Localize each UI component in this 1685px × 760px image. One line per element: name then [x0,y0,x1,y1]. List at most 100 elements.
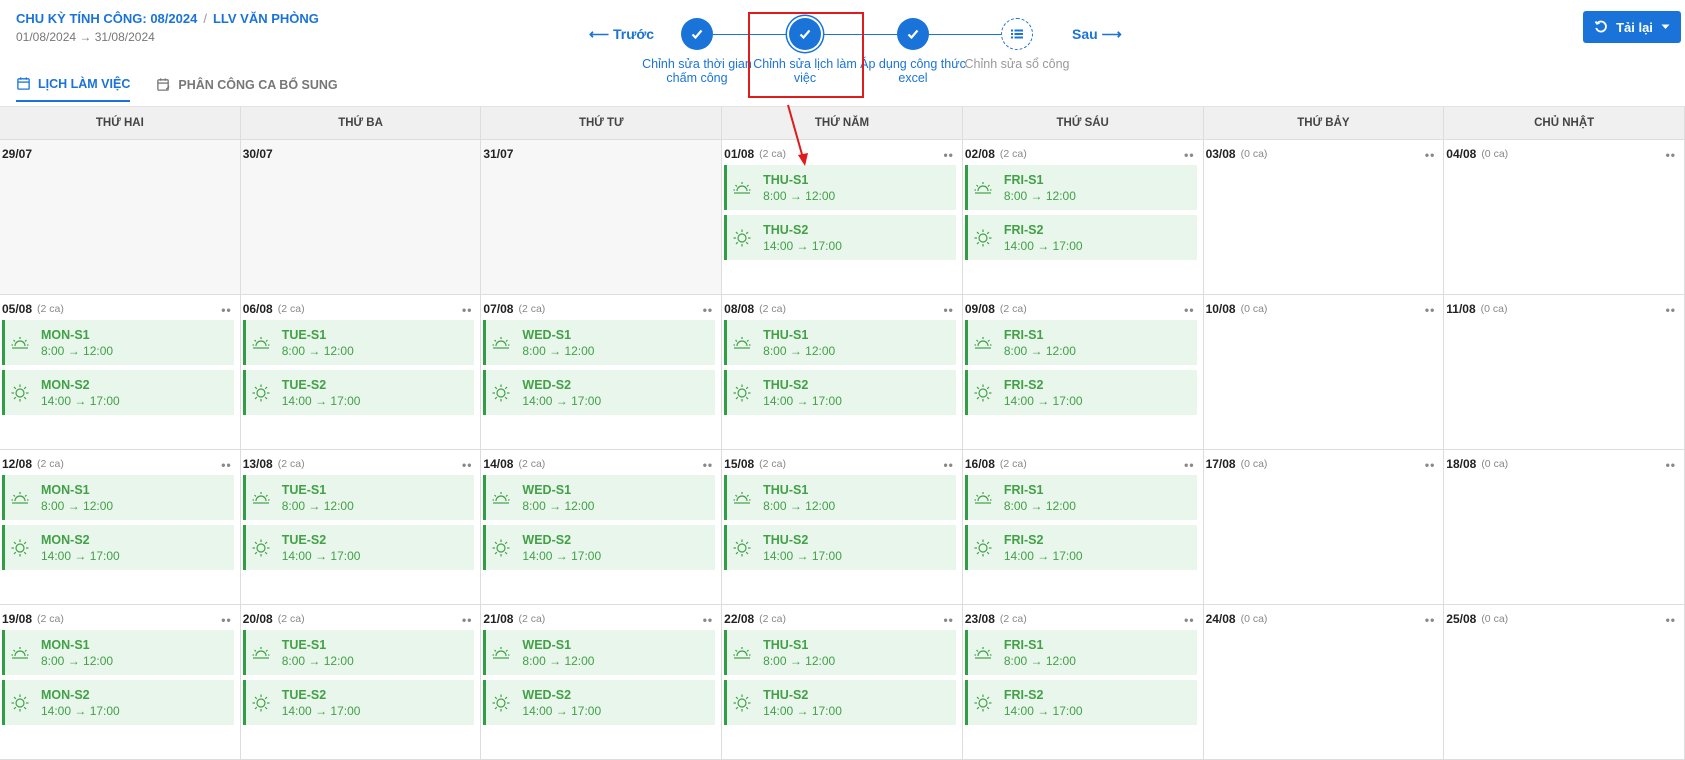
shift-card-morning[interactable]: MON-S1 8:00 → 12:00 [2,320,234,365]
calendar-day-cell[interactable]: 24/08 (0 ca) •• [1204,605,1445,759]
more-options-icon[interactable]: •• [462,303,472,317]
shift-card-afternoon[interactable]: TUE-S2 14:00 → 17:00 [242,680,475,725]
calendar-day-cell[interactable]: 17/08 (0 ca) •• [1204,450,1445,604]
calendar-day-cell[interactable]: 20/08 (2 ca) •• TUE-S1 8:00 → 12:00 TUE-S2 14:… [241,605,482,759]
shift-card-afternoon[interactable]: FRI-S2 14:00 → 17:00 [964,680,1197,725]
shift-card-afternoon[interactable]: MON-S2 14:00 → 17:00 [2,370,234,415]
shift-card-morning[interactable]: MON-S1 8:00 → 12:00 [2,630,234,675]
shift-card-afternoon[interactable]: THU-S2 14:00 → 17:00 [724,525,956,570]
calendar-day-cell[interactable]: 29/07 [0,140,241,294]
more-options-icon[interactable]: •• [221,613,231,627]
calendar-day-cell[interactable]: 31/07 [481,140,723,294]
shift-card-morning[interactable]: WED-S1 8:00 → 12:00 [483,630,716,675]
shift-card-afternoon[interactable]: WED-S2 14:00 → 17:00 [483,525,716,570]
shift-count: (0 ca) [1240,613,1268,625]
calendar-day-cell[interactable]: 12/08 (2 ca) •• MON-S1 8:00 → 12:00 MON-S2 14:… [0,450,241,604]
shift-card-morning[interactable]: TUE-S1 8:00 → 12:00 [242,320,475,365]
more-options-icon[interactable]: •• [1184,148,1194,162]
shift-card-morning[interactable]: WED-S1 8:00 → 12:00 [483,475,716,520]
more-options-icon[interactable]: •• [221,303,231,317]
shift-card-morning[interactable]: TUE-S1 8:00 → 12:00 [242,630,475,675]
shift-card-afternoon[interactable]: FRI-S2 14:00 → 17:00 [964,370,1197,415]
shift-card-morning[interactable]: MON-S1 8:00 → 12:00 [2,475,234,520]
more-options-icon[interactable]: •• [1425,458,1435,472]
shift-card-morning[interactable]: THU-S1 8:00 → 12:00 [724,475,956,520]
shift-card-morning[interactable]: FRI-S1 8:00 → 12:00 [964,165,1197,210]
calendar-day-cell[interactable]: 16/08 (2 ca) •• FRI-S1 8:00 → 12:00 FRI-S2 14:… [963,450,1204,604]
more-options-icon[interactable]: •• [1666,303,1676,317]
shift-card-afternoon[interactable]: WED-S2 14:00 → 17:00 [483,370,716,415]
tab-work-schedule[interactable]: LỊCH LÀM VIỆC [16,76,131,102]
calendar-day-cell[interactable]: 13/08 (2 ca) •• TUE-S1 8:00 → 12:00 TUE-S2 14:… [241,450,482,604]
shift-card-morning[interactable]: THU-S1 8:00 → 12:00 [724,165,956,210]
calendar-day-cell[interactable]: 01/08 (2 ca) •• THU-S1 8:00 → 12:00 THU-S2 14:… [722,140,963,294]
shift-card-morning[interactable]: WED-S1 8:00 → 12:00 [483,320,716,365]
shift-card-afternoon[interactable]: FRI-S2 14:00 → 17:00 [964,525,1197,570]
calendar-day-cell[interactable]: 10/08 (0 ca) •• [1204,295,1445,449]
calendar-day-cell[interactable]: 25/08 (0 ca) •• [1444,605,1685,759]
shift-card-morning[interactable]: THU-S1 8:00 → 12:00 [724,630,956,675]
shift-card-afternoon[interactable]: THU-S2 14:00 → 17:00 [724,215,956,260]
calendar-day-cell[interactable]: 04/08 (0 ca) •• [1444,140,1685,294]
calendar-day-cell[interactable]: 11/08 (0 ca) •• [1444,295,1685,449]
shift-name: TUE-S2 [281,687,327,702]
day-header: 09/08 (2 ca) •• [965,298,1200,320]
shift-card-afternoon[interactable]: MON-S2 14:00 → 17:00 [2,680,234,725]
more-options-icon[interactable]: •• [1666,458,1676,472]
calendar-day-cell[interactable]: 14/08 (2 ca) •• WED-S1 8:00 → 12:00 WED-S2 14:… [481,450,723,604]
shift-card-afternoon[interactable]: MON-S2 14:00 → 17:00 [2,525,234,570]
calendar-day-cell[interactable]: 30/07 [240,140,482,294]
more-options-icon[interactable]: •• [1425,148,1435,162]
more-options-icon[interactable]: •• [462,613,472,627]
calendar-day-cell[interactable]: 03/08 (0 ca) •• [1204,140,1445,294]
calendar-day-cell[interactable]: 07/08 (2 ca) •• WED-S1 8:00 → 12:00 WED-S2 14:… [481,295,723,449]
shift-card-afternoon[interactable]: WED-S2 14:00 → 17:00 [483,680,716,725]
reload-button[interactable]: Tải lại [1583,11,1681,43]
more-options-icon[interactable]: •• [703,303,713,317]
shift-card-morning[interactable]: THU-S1 8:00 → 12:00 [724,320,956,365]
more-options-icon[interactable]: •• [703,458,713,472]
more-options-icon[interactable]: •• [943,613,953,627]
shift-card-morning[interactable]: FRI-S1 8:00 → 12:00 [964,320,1197,365]
breadcrumb-cycle[interactable]: CHU KỲ TÍNH CÔNG: 08/2024 [16,11,197,26]
more-options-icon[interactable]: •• [1184,458,1194,472]
next-step-button[interactable]: Sau ⟶ [1072,26,1122,43]
shift-card-morning[interactable]: FRI-S1 8:00 → 12:00 [964,630,1197,675]
calendar-day-cell[interactable]: 06/08 (2 ca) •• TUE-S1 8:00 → 12:00 TUE-S2 14:… [241,295,482,449]
calendar-day-cell[interactable]: 21/08 (2 ca) •• WED-S1 8:00 → 12:00 WED-S2 14:… [481,605,723,759]
calendar-day-cell[interactable]: 02/08 (2 ca) •• FRI-S1 8:00 → 12:00 FRI-S2 14:… [963,140,1204,294]
sun-icon [968,383,998,403]
more-options-icon[interactable]: •• [462,458,472,472]
more-options-icon[interactable]: •• [1184,303,1194,317]
shift-card-morning[interactable]: TUE-S1 8:00 → 12:00 [242,475,475,520]
more-options-icon[interactable]: •• [943,148,953,162]
step-apply-excel-formula[interactable]: Áp dụng công thức excel [853,18,973,85]
more-options-icon[interactable]: •• [1666,148,1676,162]
calendar-day-cell[interactable]: 15/08 (2 ca) •• THU-S1 8:00 → 12:00 THU-S2 14:… [722,450,963,604]
shift-card-afternoon[interactable]: TUE-S2 14:00 → 17:00 [242,370,475,415]
shift-card-afternoon[interactable]: FRI-S2 14:00 → 17:00 [964,215,1197,260]
more-options-icon[interactable]: •• [221,458,231,472]
shift-card-afternoon[interactable]: THU-S2 14:00 → 17:00 [724,680,956,725]
calendar-day-cell[interactable]: 22/08 (2 ca) •• THU-S1 8:00 → 12:00 THU-S2 14:… [722,605,963,759]
calendar-day-cell[interactable]: 05/08 (2 ca) •• MON-S1 8:00 → 12:00 MON-S2 14:… [0,295,241,449]
step-edit-timesheet[interactable]: Chỉnh sửa sổ công [957,18,1077,71]
calendar-day-cell[interactable]: 09/08 (2 ca) •• FRI-S1 8:00 → 12:00 FRI-S2 14:… [963,295,1204,449]
calendar-day-cell[interactable]: 18/08 (0 ca) •• [1444,450,1685,604]
more-options-icon[interactable]: •• [703,613,713,627]
more-options-icon[interactable]: •• [943,458,953,472]
more-options-icon[interactable]: •• [1425,613,1435,627]
more-options-icon[interactable]: •• [943,303,953,317]
more-options-icon[interactable]: •• [1184,613,1194,627]
shift-card-morning[interactable]: FRI-S1 8:00 → 12:00 [964,475,1197,520]
calendar-day-cell[interactable]: 19/08 (2 ca) •• MON-S1 8:00 → 12:00 MON-S2 14:… [0,605,241,759]
calendar-day-cell[interactable]: 23/08 (2 ca) •• FRI-S1 8:00 → 12:00 FRI-S2 14:… [963,605,1204,759]
breadcrumb-schedule[interactable]: LLV VĂN PHÒNG [213,11,319,26]
tab-extra-shift-assignment[interactable]: PHÂN CÔNG CA BỔ SUNG [156,76,338,102]
shift-card-afternoon[interactable]: TUE-S2 14:00 → 17:00 [242,525,475,570]
calendar-day-cell[interactable]: 08/08 (2 ca) •• THU-S1 8:00 → 12:00 THU-S2 14:… [722,295,963,449]
shift-card-afternoon[interactable]: THU-S2 14:00 → 17:00 [724,370,956,415]
step-edit-attendance-time[interactable]: Chỉnh sửa thời gian chấm công [637,18,757,85]
more-options-icon[interactable]: •• [1425,303,1435,317]
more-options-icon[interactable]: •• [1666,613,1676,627]
